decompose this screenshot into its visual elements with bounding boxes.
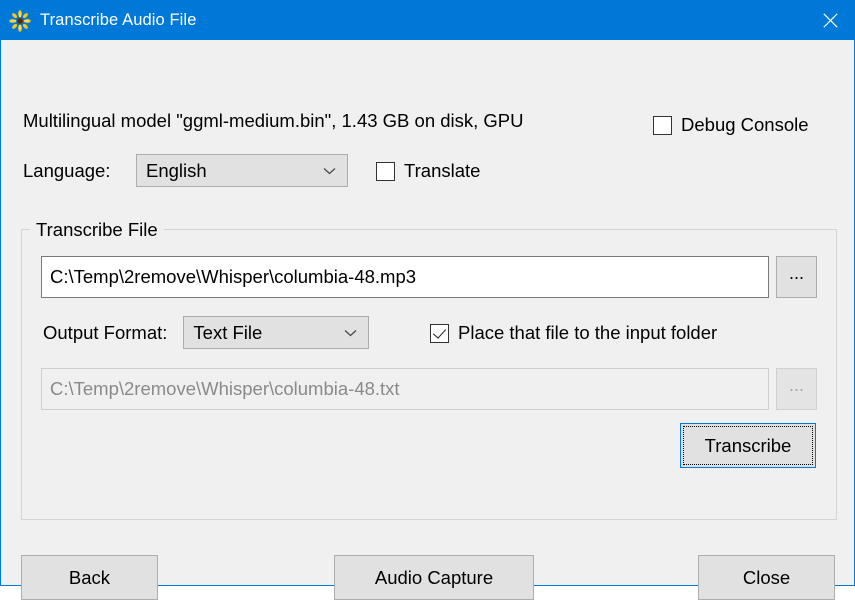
checkbox-box-debug — [653, 115, 672, 135]
translate-checkbox[interactable]: Translate — [376, 160, 480, 182]
output-format-row: Output Format: Text File — [43, 316, 370, 349]
input-path-field[interactable]: C:\Temp\2remove\Whisper\columbia-48.mp3 — [41, 256, 769, 298]
transcribe-audio-file-window: Transcribe Audio File Multilingual model… — [0, 0, 855, 600]
close-icon[interactable] — [807, 1, 854, 40]
chevron-down-icon — [323, 167, 336, 174]
language-label: Language: — [23, 159, 111, 181]
client-area: Multilingual model "ggml-medium.bin", 1.… — [1, 40, 854, 600]
sunflower-icon — [9, 9, 31, 32]
output-format-select[interactable]: Text File — [183, 316, 370, 349]
transcribe-button[interactable]: Transcribe — [680, 423, 816, 468]
window-title: Transcribe Audio File — [40, 11, 197, 29]
place-in-input-folder-checkbox[interactable]: Place that file to the input folder — [430, 322, 717, 344]
transcribe-file-group: Transcribe File C:\Temp\2remove\Whisper\… — [21, 220, 837, 520]
output-path-field: C:\Temp\2remove\Whisper\columbia-48.txt — [41, 368, 769, 410]
checkbox-box-place-folder — [430, 323, 449, 343]
browse-input-button[interactable]: ... — [776, 256, 817, 298]
transcribe-button-label: Transcribe — [704, 434, 792, 456]
output-format-label: Output Format: — [43, 321, 168, 343]
chevron-down-icon — [344, 329, 357, 336]
model-info-label: Multilingual model "ggml-medium.bin", 1.… — [23, 110, 524, 131]
audio-capture-button[interactable]: Audio Capture — [334, 555, 534, 600]
place-in-input-folder-label: Place that file to the input folder — [458, 322, 718, 343]
close-button[interactable]: Close — [698, 555, 835, 600]
checkbox-box-translate — [376, 161, 395, 181]
input-path-row: C:\Temp\2remove\Whisper\columbia-48.mp3 … — [41, 256, 817, 298]
close-x-glyph — [823, 13, 838, 28]
language-row: Language: English — [23, 154, 348, 187]
output-path-row: C:\Temp\2remove\Whisper\columbia-48.txt … — [41, 368, 817, 410]
back-button[interactable]: Back — [21, 555, 158, 600]
output-format-selected-value: Text File — [193, 321, 263, 343]
titlebar: Transcribe Audio File — [1, 1, 854, 40]
language-selected-value: English — [146, 159, 207, 181]
debug-console-label: Debug Console — [681, 114, 809, 135]
debug-console-checkbox[interactable]: Debug Console — [653, 114, 809, 136]
groupbox-content: C:\Temp\2remove\Whisper\columbia-48.mp3 … — [21, 220, 837, 520]
translate-label: Translate — [404, 160, 481, 181]
language-select[interactable]: English — [136, 154, 348, 187]
browse-output-button: ... — [776, 368, 817, 410]
